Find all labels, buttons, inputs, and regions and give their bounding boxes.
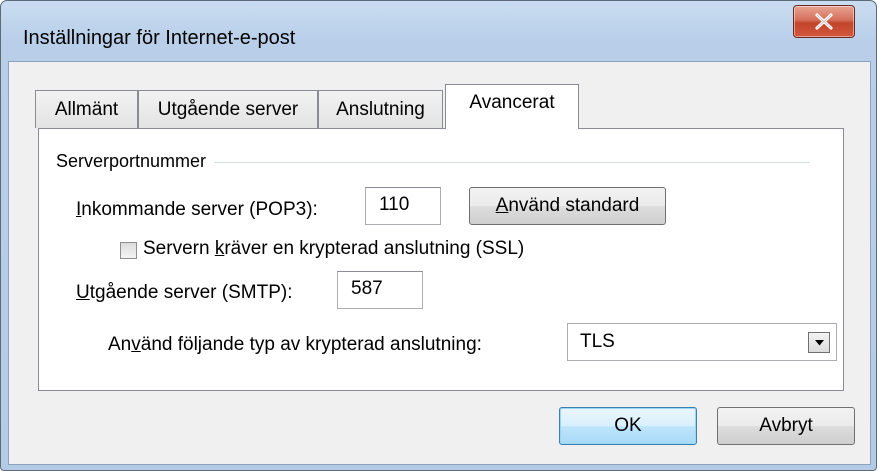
tab-label: Avancerat xyxy=(469,92,555,113)
tab-utgaende-server[interactable]: Utgående server xyxy=(138,90,318,128)
use-default-label: nvänd standard xyxy=(508,195,640,216)
dropdown-button[interactable] xyxy=(808,332,830,353)
chevron-down-icon xyxy=(815,340,824,346)
outgoing-port-input[interactable]: 587 xyxy=(337,271,423,309)
cancel-button[interactable]: Avbryt xyxy=(717,407,855,445)
incoming-port-input[interactable]: 110 xyxy=(365,187,441,225)
encryption-type-label-text: Använd följande typ av krypterad anslutn… xyxy=(108,334,482,355)
dialog-client-area: Allmänt Utgående server Anslutning Avanc… xyxy=(8,61,871,465)
encryption-type-select[interactable]: TLS xyxy=(567,323,837,361)
outgoing-server-label: Utgående server (SMTP): xyxy=(76,282,293,303)
window-title: Inställningar för Internet-e-post xyxy=(23,27,296,49)
ok-button[interactable]: OK xyxy=(559,407,697,445)
dialog-window: Inställningar för Internet-e-post Allmän… xyxy=(0,0,877,471)
ssl-label: Servern kräver en krypterad anslutning (… xyxy=(143,238,524,260)
tab-panel-avancerat: Serverportnummer Inkommande server (POP3… xyxy=(38,128,844,391)
tab-anslutning[interactable]: Anslutning xyxy=(318,90,443,128)
tab-label: Allmänt xyxy=(54,99,119,120)
title-bar[interactable]: Inställningar för Internet-e-post xyxy=(1,1,876,61)
incoming-server-label-text: nkommande server (POP3): xyxy=(81,199,318,220)
ssl-checkbox[interactable] xyxy=(120,242,137,259)
close-icon xyxy=(815,13,833,30)
ssl-label-text: Servern kräver en krypterad anslutning (… xyxy=(143,238,525,259)
tab-avancerat[interactable]: Avancerat xyxy=(445,84,579,129)
use-default-button[interactable]: Använd standard xyxy=(469,187,666,225)
tab-label: Utgående server xyxy=(157,99,299,120)
close-button[interactable] xyxy=(793,5,855,38)
incoming-server-label: Inkommande server (POP3): xyxy=(76,199,318,220)
outgoing-server-label-text: tgående server (SMTP): xyxy=(89,282,293,303)
tab-allmant[interactable]: Allmänt xyxy=(35,90,138,128)
encryption-selected-value: TLS xyxy=(580,331,615,352)
section-title: Serverportnummer xyxy=(56,151,215,172)
encryption-type-label: Använd följande typ av krypterad anslutn… xyxy=(108,334,482,356)
tab-label: Anslutning xyxy=(336,99,425,120)
